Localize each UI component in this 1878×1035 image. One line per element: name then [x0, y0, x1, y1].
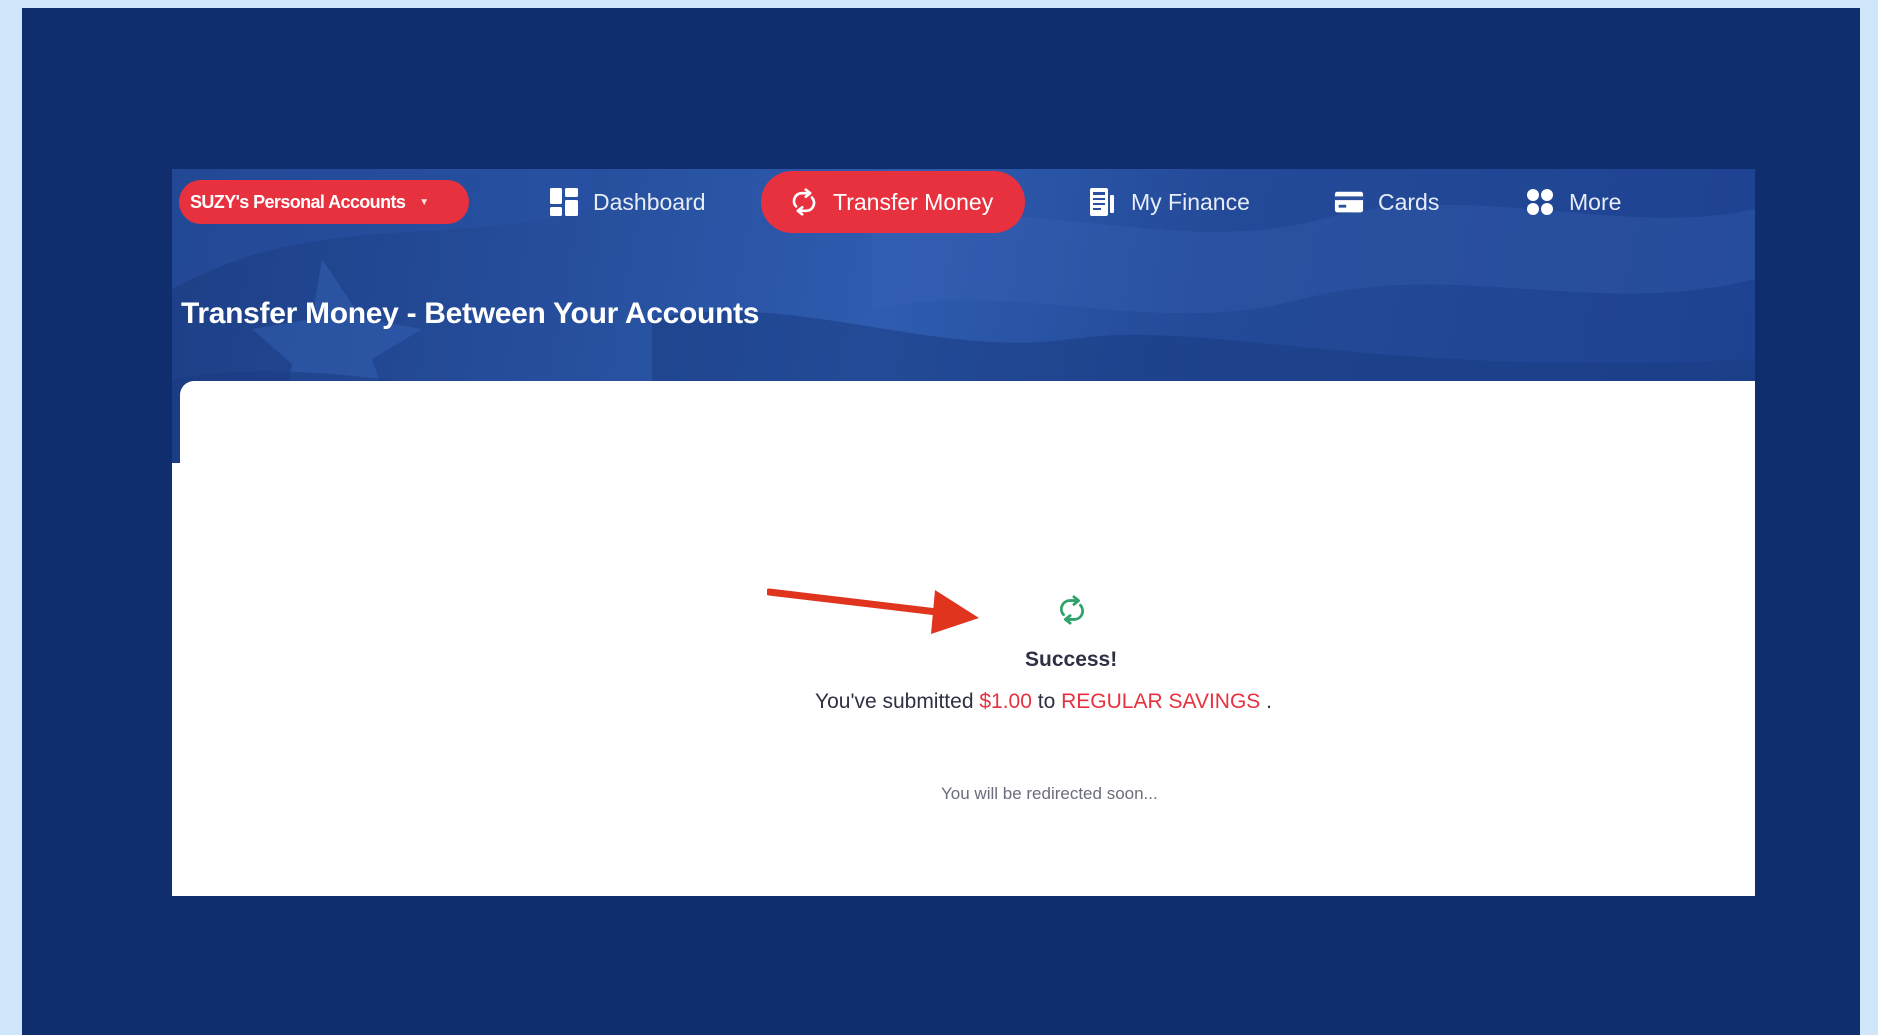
outer-frame: SUZY's Personal Accounts ▼ Dashboard Tra…	[22, 8, 1860, 1035]
success-message: You've submitted $1.00 to REGULAR SAVING…	[815, 690, 1272, 714]
red-arrow-annotation	[767, 588, 979, 634]
app-window: SUZY's Personal Accounts ▼ Dashboard Tra…	[172, 169, 1755, 896]
transfer-success-icon	[1059, 595, 1085, 625]
destination-account: REGULAR SAVINGS	[1061, 690, 1261, 713]
message-prefix: You've submitted	[815, 690, 974, 713]
transfer-amount: $1.00	[979, 690, 1032, 713]
success-heading: Success!	[1025, 648, 1118, 671]
message-middle: to	[1037, 690, 1056, 713]
message-suffix: .	[1266, 690, 1272, 713]
success-panel: Success! You've submitted $1.00 to REGUL…	[172, 169, 1755, 896]
redirect-note: You will be redirected soon...	[941, 784, 1158, 803]
